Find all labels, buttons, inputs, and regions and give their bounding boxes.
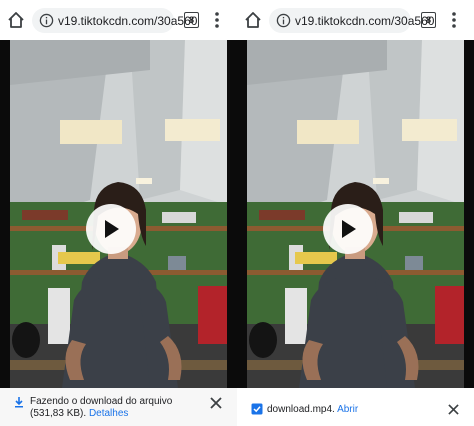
- info-icon[interactable]: [39, 13, 54, 28]
- download-icon: [15, 397, 23, 408]
- video-player[interactable]: [237, 40, 474, 388]
- play-icon: [105, 220, 119, 238]
- browser-right: v19.tiktokcdn.com/30a560 8 download.mp4.…: [237, 0, 474, 426]
- download-infobar: Fazendo o download do arquivo (531,83 KB…: [0, 388, 237, 426]
- address-bar[interactable]: v19.tiktokcdn.com/30a560: [32, 8, 197, 33]
- browser-left: v19.tiktokcdn.com/30a560 8 Fazendo o dow…: [0, 0, 237, 426]
- url-text: v19.tiktokcdn.com/30a560: [58, 14, 198, 28]
- home-icon[interactable]: [243, 10, 263, 30]
- download-complete-bar: download.mp4. Abrir: [237, 388, 474, 426]
- video-player[interactable]: [0, 40, 237, 388]
- toolbar: v19.tiktokcdn.com/30a560 8: [237, 0, 474, 40]
- tabs-icon[interactable]: 8: [421, 12, 436, 28]
- info-icon[interactable]: [276, 13, 291, 28]
- details-link[interactable]: Detalhes: [89, 408, 128, 419]
- play-button[interactable]: [86, 204, 136, 254]
- download-message: Fazendo o download do arquivo (531,83 KB…: [30, 396, 200, 420]
- download-filename: download.mp4.: [267, 404, 335, 415]
- url-text: v19.tiktokcdn.com/30a560: [295, 14, 435, 28]
- address-bar[interactable]: v19.tiktokcdn.com/30a560: [269, 8, 434, 33]
- menu-icon[interactable]: [451, 10, 457, 30]
- close-icon[interactable]: [448, 404, 459, 415]
- play-button[interactable]: [323, 204, 373, 254]
- home-icon[interactable]: [6, 10, 26, 30]
- file-icon: [251, 403, 263, 415]
- play-icon: [342, 220, 356, 238]
- download-message: download.mp4. Abrir: [267, 404, 358, 415]
- menu-icon[interactable]: [214, 10, 220, 30]
- close-icon[interactable]: [210, 397, 222, 409]
- tabs-icon[interactable]: 8: [184, 12, 199, 28]
- open-link[interactable]: Abrir: [337, 404, 358, 415]
- toolbar: v19.tiktokcdn.com/30a560 8: [0, 0, 237, 40]
